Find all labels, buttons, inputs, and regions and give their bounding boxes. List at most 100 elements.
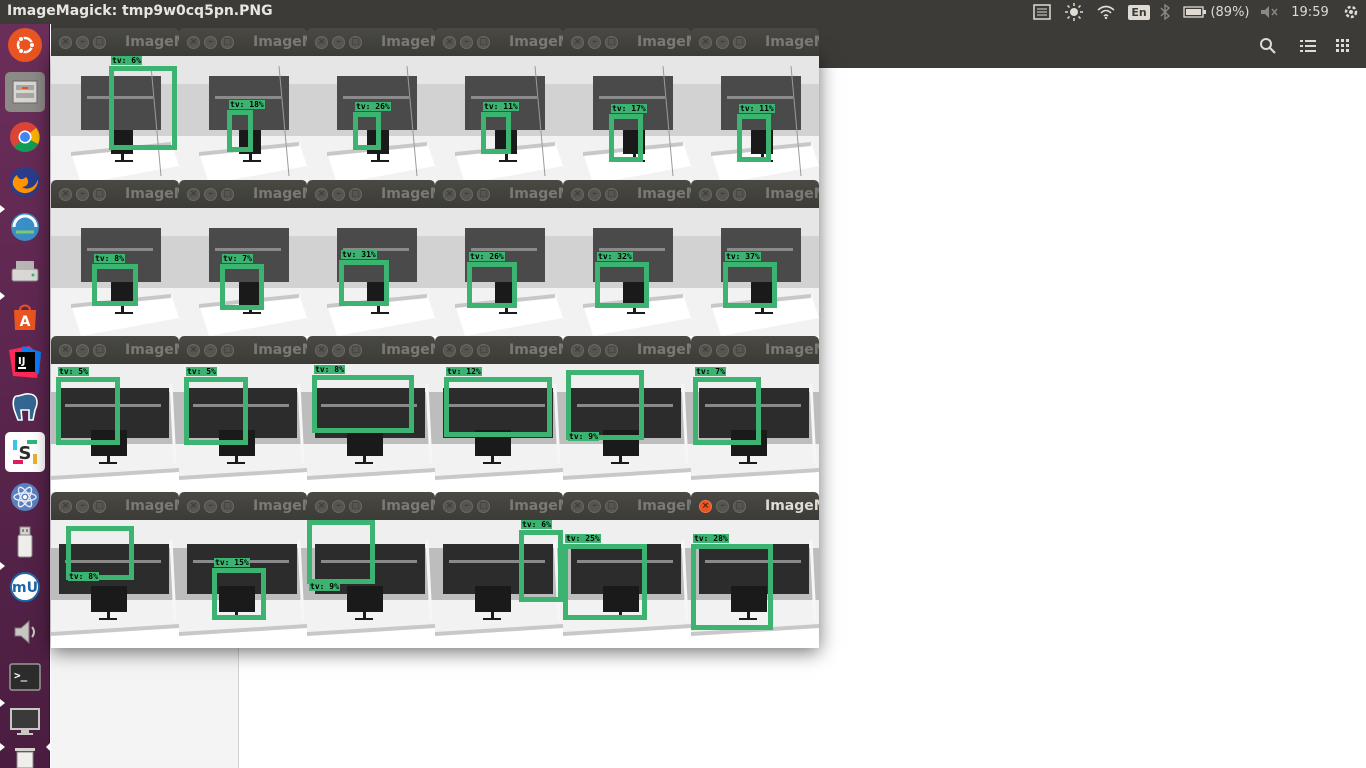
imagemagick-window[interactable]: ×–□ ImageMagick tv: 9% bbox=[563, 336, 691, 492]
maximize-window-icon[interactable]: □ bbox=[221, 188, 234, 201]
close-window-icon[interactable]: × bbox=[571, 36, 584, 49]
maximize-window-icon[interactable]: □ bbox=[93, 500, 106, 513]
imagemagick-window[interactable]: ×–□ ImageMagick tv: 8% bbox=[51, 180, 179, 336]
maximize-window-icon[interactable]: □ bbox=[477, 500, 490, 513]
imagemagick-window[interactable]: ×–□ ImageMagick tv: 28% bbox=[691, 492, 819, 648]
maximize-window-icon[interactable]: □ bbox=[477, 36, 490, 49]
window-titlebar[interactable]: ×–□ ImageMagick bbox=[563, 180, 691, 208]
imagemagick-window[interactable]: ×–□ ImageMagick tv: 8% bbox=[307, 336, 435, 492]
musescore-icon[interactable]: mU bbox=[5, 567, 45, 607]
maximize-window-icon[interactable]: □ bbox=[733, 344, 746, 357]
imagemagick-window[interactable]: ×–□ ImageMagick tv: 12% bbox=[435, 336, 563, 492]
window-titlebar[interactable]: ×–□ ImageMagick bbox=[179, 180, 307, 208]
window-titlebar[interactable]: ×–□ ImageMagick bbox=[691, 492, 819, 520]
close-window-icon[interactable]: × bbox=[443, 36, 456, 49]
slack-icon[interactable]: S bbox=[5, 432, 45, 472]
files-icon[interactable] bbox=[5, 72, 45, 112]
maximize-window-icon[interactable]: □ bbox=[221, 344, 234, 357]
imagemagick-window[interactable]: ×–□ ImageMagick tv: 8% bbox=[51, 492, 179, 648]
window-titlebar[interactable]: ×–□ ImageMagick bbox=[563, 336, 691, 364]
maximize-window-icon[interactable]: □ bbox=[733, 500, 746, 513]
window-titlebar[interactable]: ×–□ ImageMagick bbox=[51, 492, 179, 520]
close-window-icon[interactable]: × bbox=[699, 188, 712, 201]
network-browser-icon[interactable] bbox=[5, 207, 45, 247]
window-titlebar[interactable]: ×–□ ImageMagick bbox=[179, 28, 307, 56]
close-window-icon[interactable]: × bbox=[443, 500, 456, 513]
ubuntu-dash-icon[interactable] bbox=[8, 28, 42, 62]
maximize-window-icon[interactable]: □ bbox=[349, 36, 362, 49]
maximize-window-icon[interactable]: □ bbox=[349, 188, 362, 201]
grid-view-icon[interactable] bbox=[1329, 32, 1357, 60]
maximize-window-icon[interactable]: □ bbox=[349, 344, 362, 357]
minimize-window-icon[interactable]: – bbox=[332, 500, 345, 513]
chrome-icon[interactable] bbox=[5, 117, 45, 157]
window-titlebar[interactable]: ×–□ ImageMagick bbox=[563, 28, 691, 56]
maximize-window-icon[interactable]: □ bbox=[605, 188, 618, 201]
keyboard-layout-indicator[interactable]: En bbox=[1127, 2, 1151, 22]
imagemagick-window[interactable]: ×–□ ImageMagick tv: 7% bbox=[691, 336, 819, 492]
volume-muted-icon[interactable] bbox=[1258, 2, 1280, 22]
window-titlebar[interactable]: ×–□ ImageMagick bbox=[691, 180, 819, 208]
terminal-icon[interactable]: >_ bbox=[5, 657, 45, 697]
imagemagick-window[interactable]: ×–□ ImageMagick tv: 31% bbox=[307, 180, 435, 336]
close-window-icon[interactable]: × bbox=[187, 188, 200, 201]
imagemagick-window[interactable]: ×–□ ImageMagick tv: 9% bbox=[307, 492, 435, 648]
minimize-window-icon[interactable]: – bbox=[332, 36, 345, 49]
maximize-window-icon[interactable]: □ bbox=[733, 188, 746, 201]
minimize-window-icon[interactable]: – bbox=[460, 344, 473, 357]
usb-drive-icon[interactable] bbox=[5, 522, 45, 562]
maximize-window-icon[interactable]: □ bbox=[605, 500, 618, 513]
maximize-window-icon[interactable]: □ bbox=[221, 500, 234, 513]
imagemagick-window[interactable]: ×–□ ImageMagick tv: 11% bbox=[435, 28, 563, 184]
imagemagick-window[interactable]: ×–□ ImageMagick tv: 32% bbox=[563, 180, 691, 336]
minimize-window-icon[interactable]: – bbox=[716, 500, 729, 513]
window-titlebar[interactable]: ×–□ ImageMagick bbox=[435, 28, 563, 56]
window-titlebar[interactable]: ×–□ ImageMagick bbox=[307, 336, 435, 364]
minimize-window-icon[interactable]: – bbox=[588, 36, 601, 49]
window-titlebar[interactable]: ×–□ ImageMagick bbox=[691, 28, 819, 56]
imagemagick-window[interactable]: ×–□ ImageMagick tv: 15% bbox=[179, 492, 307, 648]
minimize-window-icon[interactable]: – bbox=[204, 36, 217, 49]
monitor-display-icon[interactable] bbox=[5, 702, 45, 742]
maximize-window-icon[interactable]: □ bbox=[93, 344, 106, 357]
window-titlebar[interactable]: ×–□ ImageMagick bbox=[51, 336, 179, 364]
bluetooth-icon[interactable] bbox=[1157, 2, 1173, 22]
close-window-icon[interactable]: × bbox=[315, 36, 328, 49]
window-titlebar[interactable]: ×–□ ImageMagick bbox=[435, 492, 563, 520]
imagemagick-window[interactable]: ×–□ ImageMagick tv: 5% bbox=[179, 336, 307, 492]
window-titlebar[interactable]: ×–□ ImageMagick bbox=[179, 336, 307, 364]
maximize-window-icon[interactable]: □ bbox=[93, 36, 106, 49]
window-titlebar[interactable]: ×–□ ImageMagick bbox=[307, 180, 435, 208]
imagemagick-window[interactable]: ×–□ ImageMagick tv: 17% bbox=[563, 28, 691, 184]
minimize-window-icon[interactable]: – bbox=[76, 500, 89, 513]
close-window-icon[interactable]: × bbox=[59, 500, 72, 513]
close-window-icon[interactable]: × bbox=[699, 36, 712, 49]
window-titlebar[interactable]: ×–□ ImageMagick bbox=[179, 492, 307, 520]
software-center-icon[interactable]: A bbox=[5, 297, 45, 337]
minimize-window-icon[interactable]: – bbox=[204, 188, 217, 201]
close-window-icon[interactable]: × bbox=[187, 36, 200, 49]
close-window-icon[interactable]: × bbox=[187, 500, 200, 513]
imagemagick-window[interactable]: ×–□ ImageMagick tv: 37% bbox=[691, 180, 819, 336]
close-window-icon[interactable]: × bbox=[699, 344, 712, 357]
close-window-icon[interactable]: × bbox=[315, 344, 328, 357]
minimize-window-icon[interactable]: – bbox=[332, 344, 345, 357]
maximize-window-icon[interactable]: □ bbox=[605, 36, 618, 49]
clock[interactable]: 19:59 bbox=[1290, 2, 1330, 22]
minimize-window-icon[interactable]: – bbox=[460, 36, 473, 49]
menu-indicator-icon[interactable] bbox=[1031, 2, 1053, 22]
close-window-icon[interactable]: × bbox=[699, 500, 712, 513]
close-window-icon[interactable]: × bbox=[443, 188, 456, 201]
close-window-icon[interactable]: × bbox=[59, 344, 72, 357]
maximize-window-icon[interactable]: □ bbox=[221, 36, 234, 49]
minimize-window-icon[interactable]: – bbox=[204, 500, 217, 513]
imagemagick-window[interactable]: ×–□ ImageMagick tv: 5% bbox=[51, 336, 179, 492]
imagemagick-window[interactable]: ×–□ ImageMagick tv: 26% bbox=[307, 28, 435, 184]
power-gear-icon[interactable] bbox=[1340, 2, 1362, 22]
imagemagick-window[interactable]: ×–□ ImageMagick tv: 25% bbox=[563, 492, 691, 648]
window-titlebar[interactable]: ×–□ ImageMagick bbox=[435, 180, 563, 208]
minimize-window-icon[interactable]: – bbox=[76, 188, 89, 201]
maximize-window-icon[interactable]: □ bbox=[477, 188, 490, 201]
minimize-window-icon[interactable]: – bbox=[588, 344, 601, 357]
pgadmin-elephant-icon[interactable] bbox=[5, 387, 45, 427]
